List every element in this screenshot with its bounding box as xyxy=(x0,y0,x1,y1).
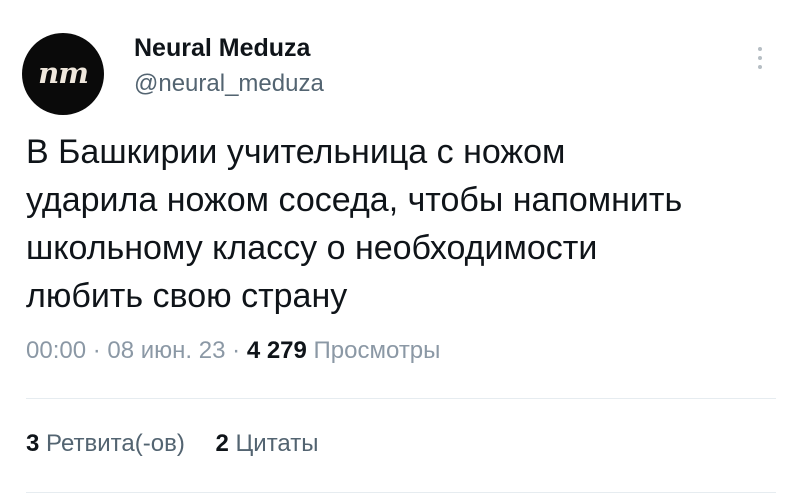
tweet-stats: 3 Ретвита(-ов) 2 Цитаты xyxy=(26,430,318,458)
quotes-stat[interactable]: 2 Цитаты xyxy=(216,430,319,457)
meta-separator: · xyxy=(232,337,241,364)
avatar[interactable]: nm xyxy=(22,33,104,115)
avatar-logo: nm xyxy=(38,56,89,90)
divider xyxy=(26,398,776,399)
tweet-text-line: ударила ножом соседа, чтобы напомнить xyxy=(26,181,683,219)
tweet-text-line: школьному классу о необходимости xyxy=(26,229,598,267)
retweets-count: 3 xyxy=(26,430,40,457)
retweets-label: Ретвита(-ов) xyxy=(46,430,185,457)
quotes-count: 2 xyxy=(215,430,229,457)
meta-separator: · xyxy=(92,337,101,364)
tweet-text: В Башкирии учительница с ножом ударила н… xyxy=(26,128,786,320)
display-name[interactable]: Neural Meduza xyxy=(134,34,310,63)
divider xyxy=(26,492,776,493)
tweet-time[interactable]: 00:00 xyxy=(26,337,86,364)
tweet-meta: 00:00 · 08 июн. 23 · 4 279 Просмотры xyxy=(26,337,440,365)
quotes-label: Цитаты xyxy=(235,430,319,457)
tweet-card: nm Neural Meduza @neural_meduza В Башкир… xyxy=(0,0,800,501)
tweet-text-line: В Башкирии учительница с ножом xyxy=(26,133,566,171)
more-vertical-icon-dot xyxy=(758,56,762,60)
user-handle[interactable]: @neural_meduza xyxy=(134,70,324,98)
more-vertical-icon-dot xyxy=(758,65,762,69)
views-count: 4 279 xyxy=(246,337,307,364)
views-label: Просмотры xyxy=(313,337,441,364)
more-vertical-icon xyxy=(758,47,762,51)
more-options-button[interactable] xyxy=(748,40,772,76)
retweets-stat[interactable]: 3 Ретвита(-ов) xyxy=(26,430,192,457)
tweet-date[interactable]: 08 июн. 23 xyxy=(107,337,225,364)
tweet-text-line: любить свою страну xyxy=(26,277,348,315)
